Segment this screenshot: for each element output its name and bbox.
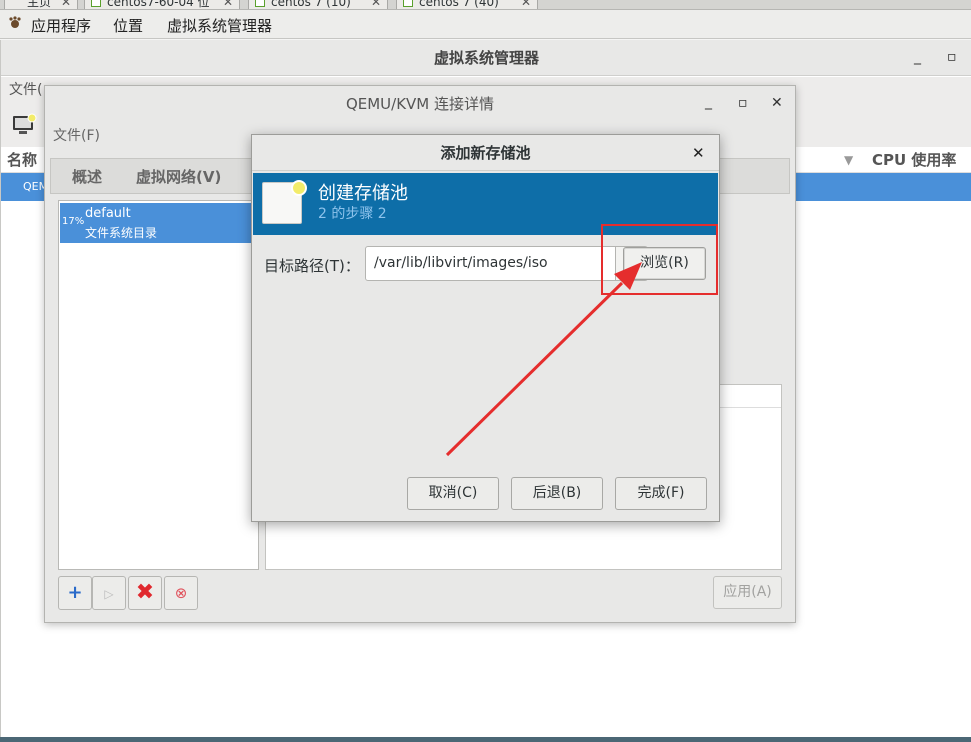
maximize-icon[interactable]: ▫ [738,95,748,111]
new-pool-icon [262,180,307,224]
stop-pool-button[interactable]: ⊗ [164,576,198,610]
vm-tab-home[interactable]: 主页 ✕ [4,0,78,9]
play-icon: ▷ [104,587,114,601]
dialog-title: 添加新存储池 [252,135,719,171]
storage-pool-list: 17% default 文件系统目录 [58,200,259,570]
target-path-label: 目标路径(T)： [264,257,360,275]
add-storage-pool-dialog: 添加新存储池 ✕ 创建存储池 2 的步骤 2 目标路径(T)： /var/lib… [251,134,720,522]
vm-tab-label: centos 7 (40) [419,0,499,9]
pool-name: default [85,206,131,221]
pool-usage-percent: 17% [62,216,85,227]
vm-tab-label: centos 7 (10) [271,0,351,9]
list-item[interactable]: 17% default 文件系统目录 [60,203,257,243]
vm-tab-label: 主页 [27,0,52,9]
back-button[interactable]: 后退(B) [511,477,603,510]
wizard-title: 创建存储池 [318,183,408,204]
tab-overview[interactable]: 概述 [72,166,102,187]
wizard-step: 2 的步骤 2 [318,206,387,222]
close-icon[interactable]: ✕ [371,0,381,9]
close-icon[interactable]: ✕ [521,0,531,9]
menu-file[interactable]: 文件( [9,82,42,98]
vm-tab-centos7-40[interactable]: centos 7 (40) ✕ [396,0,538,9]
close-icon[interactable]: ✕ [61,0,71,9]
tab-virtual-network[interactable]: 虚拟网络(V) [136,166,221,187]
col-cpu-header[interactable]: CPU 使用率 [872,148,956,172]
star-icon [291,180,307,196]
close-icon[interactable]: ✕ [692,144,705,162]
close-icon[interactable]: ✕ [771,95,783,111]
menu-file[interactable]: 文件(F) [53,128,100,144]
vm-icon [403,0,413,7]
maximize-icon[interactable]: ▫ [947,49,957,65]
gnome-foot-icon [8,16,22,30]
plus-icon: + [67,582,83,603]
menu-applications[interactable]: 应用程序 [31,15,91,36]
target-path-input[interactable]: /var/lib/libvirt/images/iso [365,246,616,281]
col-name-header[interactable]: 名称 [7,148,37,172]
highlight-box [601,224,718,295]
vm-icon [91,0,101,7]
window-title: 虚拟系统管理器 [1,40,971,76]
menu-vmm[interactable]: 虚拟系统管理器 [167,15,272,36]
window-title: QEMU/KVM 连接详情 [345,95,495,113]
vm-tab-centos7-6004[interactable]: centos7-60-04 位 ✕ [84,0,240,9]
new-vm-icon[interactable] [12,113,38,137]
chevron-down-icon[interactable]: ▼ [844,148,853,172]
minimize-icon[interactable]: _ [705,94,712,110]
vm-icon [255,0,265,7]
delete-icon: ✖ [135,580,155,605]
vm-tab-strip: 主页 ✕ centos7-60-04 位 ✕ centos 7 (10) ✕ c… [0,0,971,10]
stop-icon: ⊗ [174,584,188,602]
gnome-top-bar: 应用程序 位置 虚拟系统管理器 [0,10,971,39]
start-pool-button[interactable]: ▷ [92,576,126,610]
finish-button[interactable]: 完成(F) [615,477,707,510]
close-icon[interactable]: ✕ [223,0,233,9]
pool-type: 文件系统目录 [85,226,158,240]
delete-pool-button[interactable]: ✖ [128,576,162,610]
add-pool-button[interactable]: + [58,576,92,610]
cancel-button[interactable]: 取消(C) [407,477,499,510]
vm-tab-label: centos7-60-04 位 [107,0,210,9]
minimize-icon[interactable]: _ [914,49,921,65]
taskbar [0,737,971,742]
apply-button[interactable]: 应用(A) [713,576,782,609]
menu-places[interactable]: 位置 [113,15,143,36]
vm-tab-centos7-10[interactable]: centos 7 (10) ✕ [248,0,388,9]
